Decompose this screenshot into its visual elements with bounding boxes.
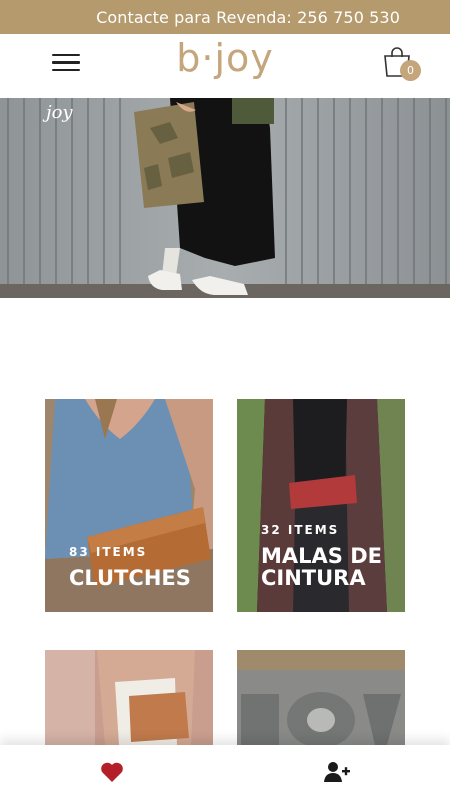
category-item-count: 83 ITEMS — [69, 545, 148, 559]
favorites-button[interactable] — [100, 761, 124, 783]
category-title: CLUTCHES — [69, 566, 191, 590]
cart-count-badge: 0 — [400, 60, 421, 81]
category-item-count: 32 ITEMS — [261, 523, 340, 537]
category-title: MALAS DE — [261, 544, 382, 568]
heart-icon — [101, 762, 123, 782]
hero-brand-watermark: joy — [46, 102, 73, 123]
category-image-3 — [45, 650, 213, 745]
site-header: b·joy 0 — [0, 34, 450, 98]
category-card-4[interactable] — [237, 650, 405, 745]
bottom-navigation — [0, 745, 450, 800]
hero-banner[interactable]: joy — [0, 98, 450, 298]
add-user-icon — [324, 762, 350, 782]
hero-image — [0, 98, 450, 298]
cart-button[interactable]: 0 — [380, 44, 424, 84]
resale-contact-text: Contacte para Revenda: 256 750 530 — [96, 7, 400, 27]
category-title-line-2: CINTURA — [261, 566, 366, 590]
category-card-clutches[interactable]: 83 ITEMS CLUTCHES — [45, 399, 213, 612]
account-button[interactable] — [324, 761, 350, 783]
resale-contact-bar: Contacte para Revenda: 256 750 530 — [0, 0, 450, 34]
category-image-4 — [237, 650, 405, 745]
category-card-malas-de-cintura[interactable]: 32 ITEMS MALAS DE CINTURA — [237, 399, 405, 612]
category-card-3[interactable] — [45, 650, 213, 745]
